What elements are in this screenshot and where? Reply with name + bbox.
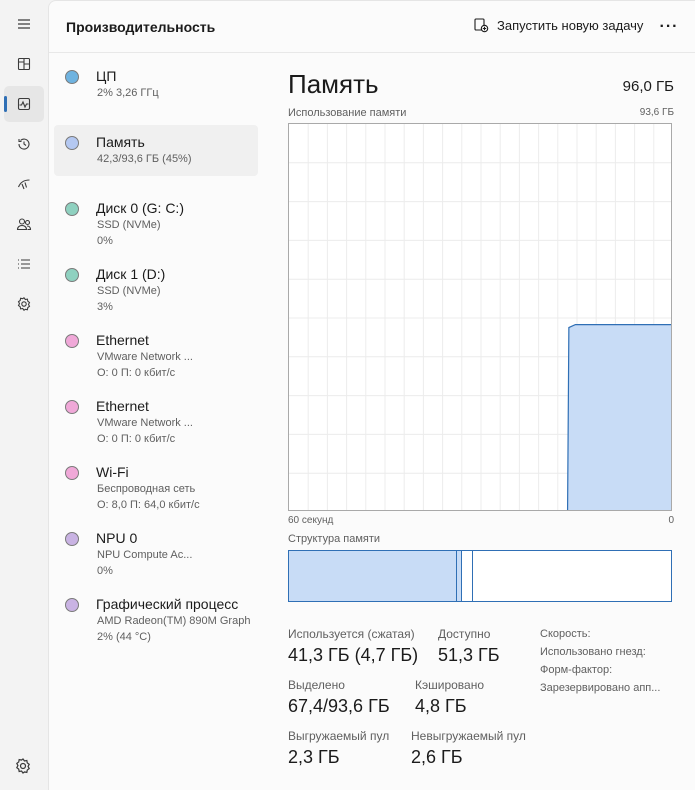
device-item[interactable]: Диск 0 (G: C:) SSD (NVMe) 0% — [54, 191, 258, 247]
stat-nonpaged-pool: Невыгружаемый пул 2,6 ГБ — [411, 729, 526, 768]
device-item[interactable]: Диск 1 (D:) SSD (NVMe) 3% — [54, 257, 258, 313]
stat-in-use: Используется (сжатая) 41,3 ГБ (4,7 ГБ) — [288, 627, 418, 666]
usage-max: 93,6 ГБ — [639, 107, 674, 118]
device-status: 0% — [97, 565, 113, 577]
stat-available: Доступно 51,3 ГБ — [438, 627, 500, 666]
committed-label: Выделено — [288, 678, 345, 692]
device-name: Диск 0 (G: C:) — [96, 200, 184, 216]
stat-paged-pool: Выгружаемый пул 2,3 ГБ — [288, 729, 389, 768]
slots-used-label: Использовано гнезд: — [540, 646, 646, 658]
device-color-dot — [65, 268, 79, 282]
details-icon[interactable] — [4, 246, 44, 282]
device-detail: VMware Network ... — [97, 351, 193, 363]
device-item[interactable]: Память 42,3/93,6 ГБ (45%) — [54, 125, 258, 176]
hardware-reserved-label: Зарезервировано апп... — [540, 682, 661, 694]
device-name: Wi-Fi — [96, 464, 129, 480]
services-icon[interactable] — [4, 286, 44, 322]
device-name: Ethernet — [96, 398, 149, 414]
header-bar: Производительность Запустить новую задач… — [49, 1, 695, 53]
usage-label: Использование памяти — [288, 107, 407, 119]
device-color-dot — [65, 532, 79, 546]
device-name: Память — [96, 134, 145, 150]
device-name: Диск 1 (D:) — [96, 266, 166, 282]
cached-value: 4,8 ГБ — [415, 696, 467, 716]
more-options-button[interactable]: ··· — [657, 15, 681, 39]
processes-icon[interactable] — [4, 46, 44, 82]
memory-usage-graph — [288, 123, 672, 511]
nonpaged-pool-value: 2,6 ГБ — [411, 747, 463, 767]
page-title: Производительность — [66, 19, 216, 35]
stat-cached: Кэшировано 4,8 ГБ — [415, 678, 484, 717]
memory-structure-bar — [288, 550, 672, 602]
menu-icon[interactable] — [4, 6, 44, 42]
structure-in-use — [289, 551, 458, 601]
device-item[interactable]: ЦП 2% 3,26 ГГц — [54, 59, 258, 110]
device-item[interactable]: NPU 0 NPU Compute Ac... 0% — [54, 521, 258, 577]
device-item[interactable]: Wi-Fi Беспроводная сеть О: 8,0 П: 64,0 кби… — [54, 455, 258, 511]
device-name: Графический процесс — [96, 596, 239, 612]
device-color-dot — [65, 400, 79, 414]
device-detail: SSD (NVMe) — [97, 285, 161, 297]
performance-icon[interactable] — [4, 86, 44, 122]
device-item[interactable]: Графический процесс AMD Radeon(TM) 890M G… — [54, 587, 258, 643]
device-status: О: 0 П: 0 кбит/с — [97, 367, 176, 379]
stat-committed: Выделено 67,4/93,6 ГБ — [288, 678, 390, 717]
in-use-label: Используется (сжатая) — [288, 627, 415, 641]
users-icon[interactable] — [4, 206, 44, 242]
device-detail: Беспроводная сеть — [97, 483, 196, 495]
startup-apps-icon[interactable] — [4, 166, 44, 202]
run-new-task-label: Запустить новую задачу — [497, 17, 644, 33]
device-detail: SSD (NVMe) — [97, 219, 161, 231]
in-use-value: 41,3 ГБ (4,7 ГБ) — [288, 645, 419, 665]
committed-value: 67,4/93,6 ГБ — [288, 696, 390, 716]
device-color-dot — [65, 466, 79, 480]
structure-label: Структура памяти — [288, 533, 381, 545]
form-factor-label: Форм-фактор: — [540, 664, 613, 676]
device-status: 2% (44 °C) — [97, 631, 151, 643]
axis-right-label: 0 — [668, 515, 674, 526]
device-detail: 42,3/93,6 ГБ (45%) — [97, 153, 192, 165]
memory-total: 96,0 ГБ — [622, 78, 674, 95]
device-detail: NPU Compute Ac... — [97, 549, 193, 561]
nonpaged-pool-label: Невыгружаемый пул — [411, 729, 526, 743]
device-item[interactable]: Ethernet VMware Network ... О: 0 П: 0 кбит… — [54, 323, 258, 379]
device-color-dot — [65, 70, 79, 84]
settings-icon[interactable] — [14, 757, 34, 777]
memory-title: Память — [288, 69, 379, 99]
new-task-icon — [474, 18, 489, 33]
paged-pool-label: Выгружаемый пул — [288, 729, 390, 743]
app-history-icon[interactable] — [4, 126, 44, 162]
usage-area — [567, 324, 671, 510]
device-detail: 2% 3,26 ГГц — [97, 87, 159, 99]
device-color-dot — [65, 136, 79, 150]
navigation-rail — [0, 0, 48, 790]
cached-label: Кэшировано — [415, 678, 485, 692]
device-status: О: 8,0 П: 64,0 кбит/с — [97, 499, 200, 511]
device-status: 3% — [97, 301, 113, 313]
device-status: 0% — [97, 235, 113, 247]
device-item[interactable]: Ethernet VMware Network ... О: 0 П: 0 кбит… — [54, 389, 258, 445]
device-status: О: 0 П: 0 кбит/с — [97, 433, 176, 445]
run-new-task-button[interactable]: Запустить новую задачу — [473, 17, 643, 33]
axis-left-label: 60 секунд — [288, 515, 334, 526]
available-value: 51,3 ГБ — [438, 645, 500, 665]
device-name: ЦП — [96, 68, 117, 84]
device-color-dot — [65, 334, 79, 348]
paged-pool-value: 2,3 ГБ — [288, 747, 340, 767]
structure-standby — [461, 551, 474, 601]
device-detail: VMware Network ... — [97, 417, 193, 429]
speed-label: Скорость: — [540, 628, 591, 640]
main-panel: Производительность Запустить новую задач… — [48, 0, 695, 790]
device-name: Ethernet — [96, 332, 149, 348]
device-color-dot — [65, 598, 79, 612]
device-name: NPU 0 — [96, 530, 138, 546]
memory-usage-chart — [289, 124, 671, 510]
device-color-dot — [65, 202, 79, 216]
available-label: Доступно — [438, 627, 491, 641]
device-detail: AMD Radeon(TM) 890M Graph — [97, 615, 251, 627]
